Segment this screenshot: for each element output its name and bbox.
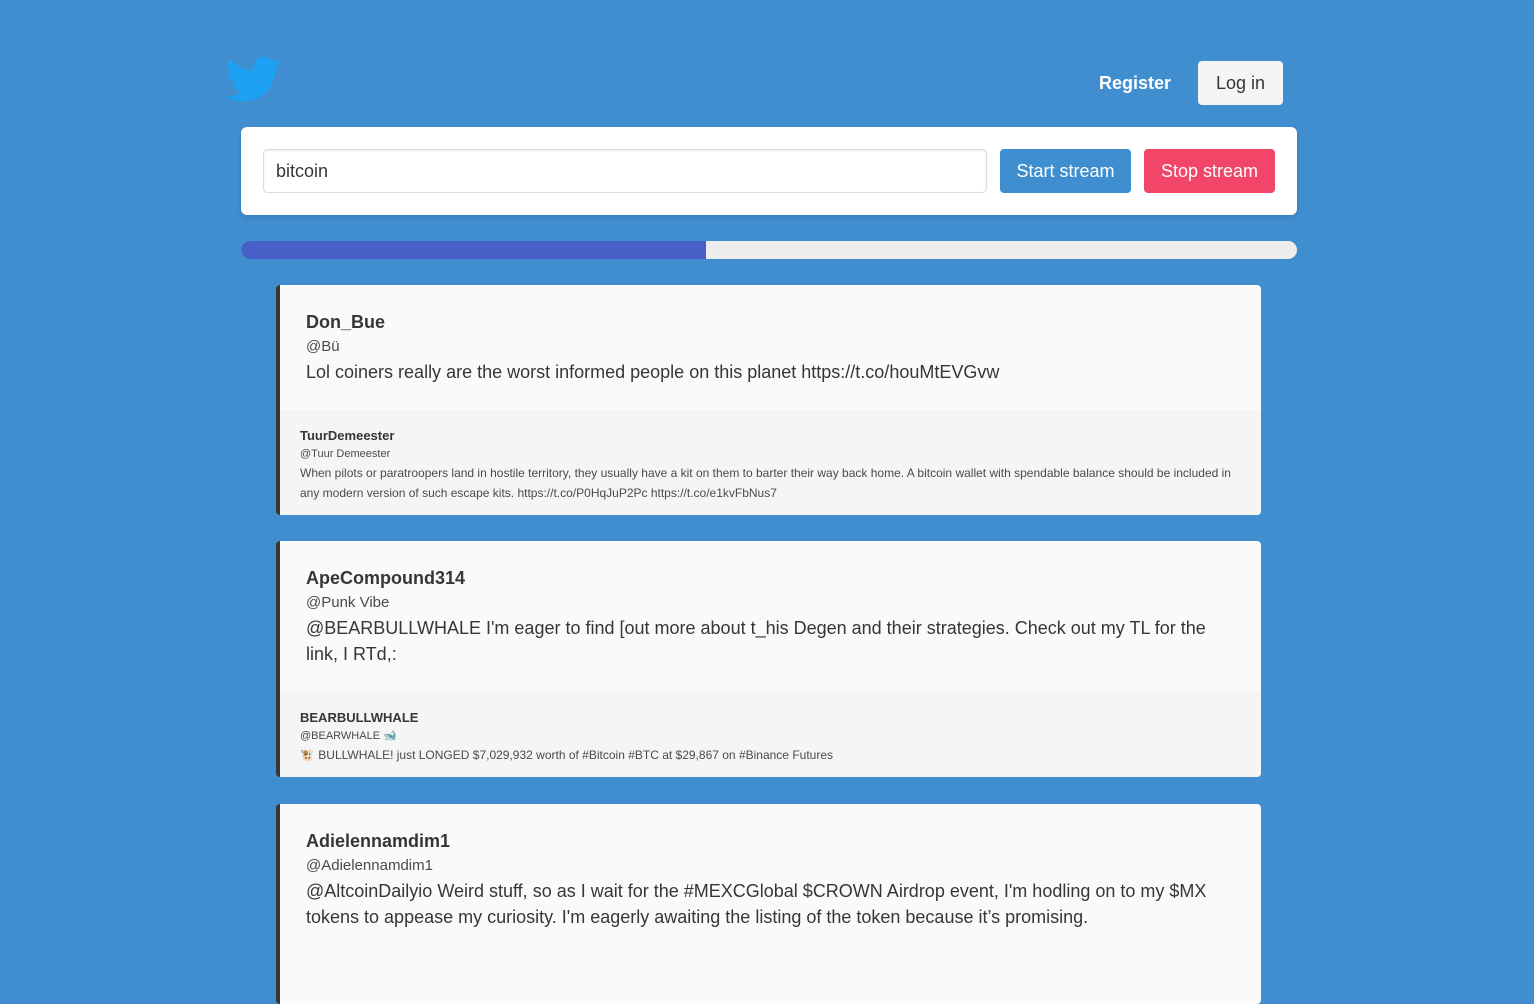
tweet-card: ApeCompound314 @Punk Vibe @BEARBULLWHALE… [276, 541, 1261, 777]
quoted-tweet-text: 🐮 BULLWHALE! just LONGED $7,029,932 wort… [300, 748, 833, 762]
quoted-author-name: BEARBULLWHALE [300, 710, 419, 725]
tweet-author-name: Adielennamdim1 [306, 831, 451, 851]
quoted-author-handle: @Tuur Demeester [300, 448, 391, 460]
twitter-bird-icon[interactable] [226, 56, 282, 104]
login-button[interactable]: Log in [1198, 61, 1283, 105]
tweet-card: Don_Bue @Bü Lol coiners really are the w… [276, 285, 1261, 515]
top-nav: Register Log in [1099, 61, 1283, 105]
register-link[interactable]: Register [1099, 73, 1171, 94]
quoted-author-handle: @BEARWHALE 🐋 [300, 730, 397, 742]
tweet-author-handle: @Punk Vibe [306, 594, 390, 611]
tweet-author-name: ApeCompound314 [306, 568, 466, 588]
quoted-tweet: TuurDemeester @Tuur Demeester When pilot… [280, 410, 1261, 515]
tweet-card: Adielennamdim1 @Adielennamdim1 @AltcoinD… [276, 804, 1261, 1004]
tweet-author-handle: @Adielennamdim1 [306, 857, 433, 874]
quoted-tweet-text: When pilots or paratroopers land in host… [300, 466, 1231, 500]
quoted-tweet: BEARBULLWHALE @BEARWHALE 🐋 🐮 BULLWHALE! … [280, 692, 1261, 777]
tweet-text: @BEARBULLWHALE I'm eager to find [out mo… [306, 618, 1206, 664]
stream-progress-bar [241, 241, 1297, 259]
progress-fill [241, 241, 706, 259]
tweet-body: Don_Bue @Bü Lol coiners really are the w… [280, 285, 1261, 410]
search-input[interactable] [263, 149, 987, 193]
tweet-author-name: Don_Bue [306, 312, 386, 332]
tweet-text: @AltcoinDailyio Weird stuff, so as I wai… [306, 881, 1207, 927]
start-stream-button[interactable]: Start stream [1000, 149, 1131, 193]
tweet-author-handle: @Bü [306, 338, 340, 355]
tweet-body: ApeCompound314 @Punk Vibe @BEARBULLWHALE… [280, 541, 1261, 692]
tweet-text: Lol coiners really are the worst informe… [306, 362, 1000, 382]
quoted-author-name: TuurDemeester [300, 428, 395, 443]
tweet-body: Adielennamdim1 @Adielennamdim1 @AltcoinD… [280, 804, 1261, 955]
stop-stream-button[interactable]: Stop stream [1144, 149, 1275, 193]
search-panel: Start stream Stop stream [241, 127, 1297, 215]
